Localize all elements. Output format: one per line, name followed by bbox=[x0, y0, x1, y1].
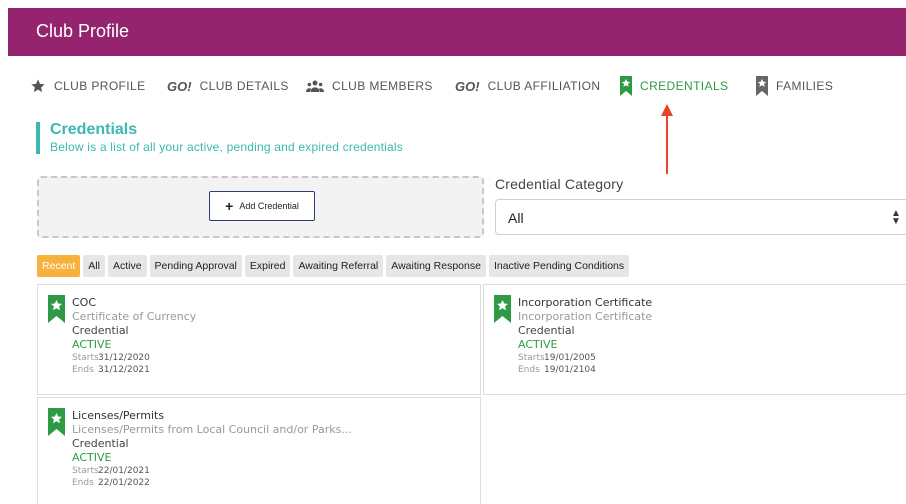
card-start-date: Starts22/01/2021 bbox=[72, 465, 352, 477]
filter-all[interactable]: All bbox=[83, 255, 105, 277]
credential-ribbon-icon bbox=[620, 76, 632, 96]
filter-expired[interactable]: Expired bbox=[244, 255, 291, 277]
tab-families[interactable]: FAMILIES bbox=[756, 76, 833, 96]
card-start-date: Starts31/12/2020 bbox=[72, 352, 196, 364]
starts-label: Starts bbox=[72, 353, 99, 363]
card-details: Incorporation Certificate Incorporation … bbox=[518, 296, 652, 376]
tab-club-members[interactable]: CLUB MEMBERS bbox=[306, 76, 433, 96]
card-end-date: Ends 31/12/2021 bbox=[72, 364, 196, 376]
go-logo-icon: GO! bbox=[455, 78, 480, 94]
add-credential-label: Add Credential bbox=[239, 201, 299, 211]
card-status: ACTIVE bbox=[518, 338, 558, 351]
tab-club-profile[interactable]: CLUB PROFILE bbox=[30, 76, 146, 96]
plus-icon: + bbox=[225, 198, 234, 214]
annotation-arrow-icon bbox=[661, 104, 673, 174]
tab-label: CLUB DETAILS bbox=[199, 79, 289, 93]
filter-active[interactable]: Active bbox=[107, 255, 147, 277]
card-details: Licenses/Permits Licenses/Permits from L… bbox=[72, 409, 352, 489]
starts-value: 19/01/2005 bbox=[544, 353, 596, 363]
filter-awaiting-response[interactable]: Awaiting Response bbox=[386, 255, 486, 277]
section-subtitle: Below is a list of all your active, pend… bbox=[50, 140, 403, 154]
card-end-date: Ends 22/01/2022 bbox=[72, 477, 352, 489]
card-details: COC Certificate of Currency Credential A… bbox=[72, 296, 196, 376]
tab-club-details[interactable]: GO! CLUB DETAILS bbox=[167, 76, 289, 96]
starts-label: Starts bbox=[518, 353, 545, 363]
starts-value: 22/01/2021 bbox=[98, 466, 150, 476]
ribbon-icon bbox=[756, 76, 768, 96]
credential-category-select[interactable]: All ▲ ▼ bbox=[495, 199, 906, 235]
tab-credentials[interactable]: CREDENTIALS bbox=[620, 76, 728, 96]
card-subtitle: Incorporation Certificate bbox=[518, 310, 653, 323]
ends-label: Ends bbox=[72, 365, 94, 375]
section-header: Credentials Below is a list of all your … bbox=[36, 122, 403, 154]
tab-label: FAMILIES bbox=[776, 79, 834, 93]
card-title: COC bbox=[72, 296, 97, 309]
tab-label: CLUB MEMBERS bbox=[332, 79, 433, 93]
credential-card-coc[interactable]: COC Certificate of Currency Credential A… bbox=[37, 284, 481, 395]
credential-card-incorporation[interactable]: Incorporation Certificate Incorporation … bbox=[483, 284, 906, 395]
section-title: Credentials bbox=[50, 121, 138, 138]
card-end-date: Ends 19/01/2104 bbox=[518, 364, 652, 376]
tab-label: CLUB PROFILE bbox=[54, 79, 146, 93]
profile-tabs: CLUB PROFILE GO! CLUB DETAILS CLUB MEMBE… bbox=[30, 76, 900, 96]
card-type: Credential bbox=[518, 324, 575, 337]
go-logo-icon: GO! bbox=[167, 78, 192, 94]
add-credential-button[interactable]: + Add Credential bbox=[209, 191, 315, 221]
star-icon bbox=[30, 78, 46, 94]
card-status: ACTIVE bbox=[72, 338, 112, 351]
credential-ribbon-icon bbox=[494, 295, 511, 323]
starts-value: 31/12/2020 bbox=[98, 353, 150, 363]
tab-label: CLUB AFFILIATION bbox=[487, 79, 601, 93]
card-type: Credential bbox=[72, 437, 129, 450]
card-subtitle: Certificate of Currency bbox=[72, 310, 197, 323]
credential-category-label: Credential Category bbox=[495, 176, 624, 192]
ends-value: 22/01/2022 bbox=[98, 478, 150, 488]
credential-ribbon-icon bbox=[48, 295, 65, 323]
filter-recent[interactable]: Recent bbox=[37, 255, 81, 277]
tab-label: CREDENTIALS bbox=[640, 79, 729, 93]
add-credential-area: + Add Credential bbox=[37, 176, 484, 238]
filter-inactive-pending-conditions[interactable]: Inactive Pending Conditions bbox=[488, 255, 630, 277]
page-header: Club Profile bbox=[8, 8, 906, 56]
credential-category-value: All bbox=[508, 210, 524, 226]
card-type: Credential bbox=[72, 324, 129, 337]
starts-label: Starts bbox=[72, 466, 99, 476]
select-arrows-icon: ▲ ▼ bbox=[891, 208, 901, 227]
tab-club-affiliation[interactable]: GO! CLUB AFFILIATION bbox=[455, 76, 600, 96]
ends-label: Ends bbox=[518, 365, 540, 375]
filter-bar: Recent All Active Pending Approval Expir… bbox=[37, 255, 632, 277]
ends-label: Ends bbox=[72, 478, 94, 488]
card-title: Licenses/Permits bbox=[72, 409, 165, 422]
ends-value: 19/01/2104 bbox=[544, 365, 596, 375]
filter-pending-approval[interactable]: Pending Approval bbox=[149, 255, 242, 277]
card-title: Incorporation Certificate bbox=[518, 296, 653, 309]
credential-card-licenses[interactable]: Licenses/Permits Licenses/Permits from L… bbox=[37, 397, 481, 504]
people-icon bbox=[306, 79, 324, 93]
ends-value: 31/12/2021 bbox=[98, 365, 150, 375]
page-title: Club Profile bbox=[36, 21, 130, 41]
card-subtitle: Licenses/Permits from Local Council and/… bbox=[72, 423, 352, 436]
card-start-date: Starts19/01/2005 bbox=[518, 352, 652, 364]
card-status: ACTIVE bbox=[72, 451, 112, 464]
credential-ribbon-icon bbox=[48, 408, 65, 436]
filter-awaiting-referral[interactable]: Awaiting Referral bbox=[293, 255, 384, 277]
